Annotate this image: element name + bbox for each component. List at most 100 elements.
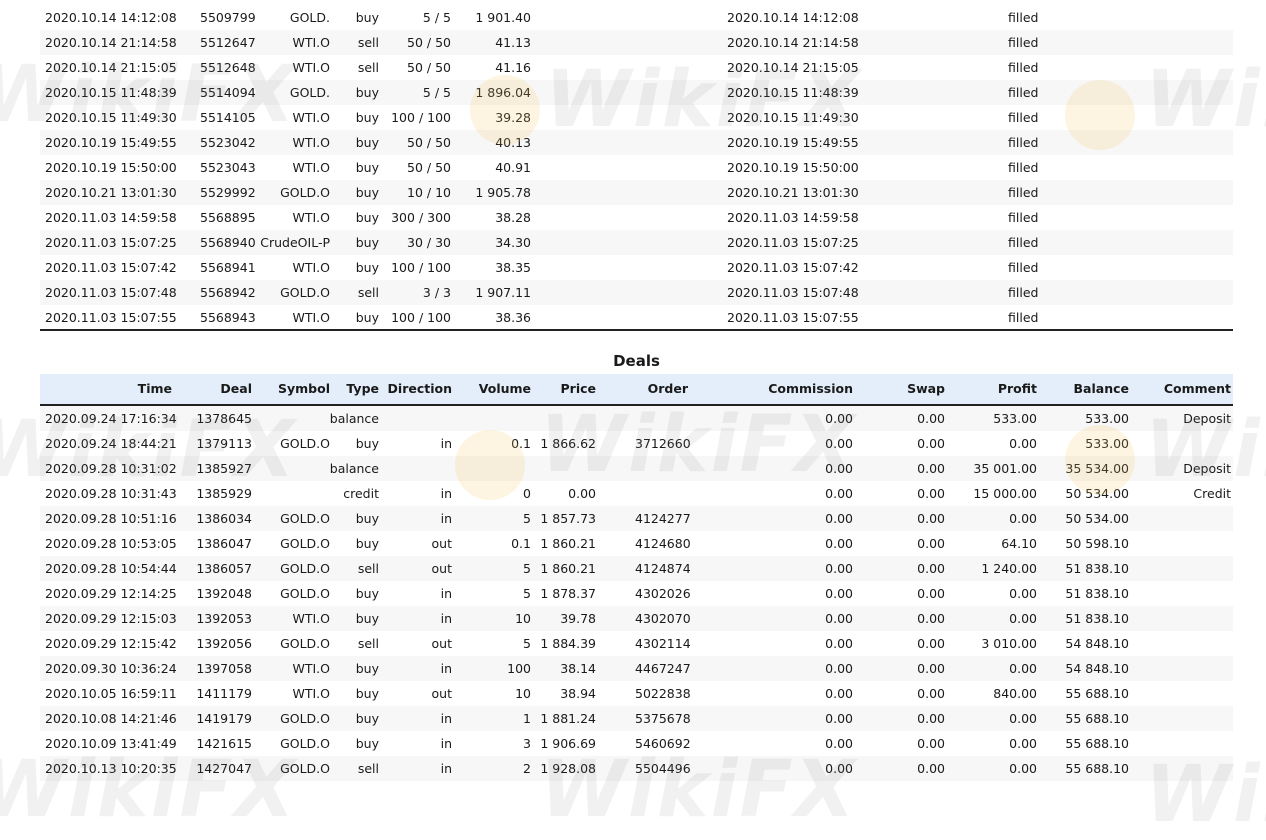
order-price-cell: 1 896.04: [475, 85, 531, 100]
deal-time-cell: 2020.10.05 16:59:11: [45, 686, 177, 701]
header-profit[interactable]: Profit: [998, 374, 1037, 404]
header-balance[interactable]: Balance: [1074, 374, 1129, 404]
deal-time-cell: 2020.09.24 18:44:21: [45, 436, 177, 451]
deal-time-cell: 2020.09.28 10:53:05: [45, 536, 177, 551]
deal-balance-cell: 50 534.00: [1065, 486, 1129, 501]
deal-order-cell: 4124680: [635, 536, 691, 551]
deals-table-header: Time Deal Symbol Type Direction Volume P…: [40, 374, 1233, 406]
order-row: 2020.10.14 21:15:05 5512648 WTI.O sell 50 / …: [40, 55, 1233, 80]
deal-commission-cell: 0.00: [825, 636, 853, 651]
order-id-cell: 5509799: [200, 10, 256, 25]
header-commission[interactable]: Commission: [768, 374, 853, 404]
order-price-cell: 39.28: [495, 110, 531, 125]
order-id-cell: 5512647: [200, 35, 256, 50]
deal-commission-cell: 0.00: [825, 411, 853, 426]
header-swap[interactable]: Swap: [907, 374, 945, 404]
header-deal[interactable]: Deal: [220, 374, 252, 404]
deal-profit-cell: 64.10: [1001, 536, 1037, 551]
deal-comment-cell: Credit: [1193, 486, 1231, 501]
header-symbol[interactable]: Symbol: [278, 374, 330, 404]
deal-volume-cell: 10: [515, 611, 531, 626]
order-volume-cell: 3 / 3: [422, 285, 451, 300]
order-volume-cell: 30 / 30: [407, 235, 451, 250]
deal-price-cell: 1 860.21: [540, 561, 596, 576]
deal-commission-cell: 0.00: [825, 661, 853, 676]
order-row: 2020.10.14 14:12:08 5509799 GOLD. buy 5 / 5 1…: [40, 5, 1233, 30]
order-type-cell: buy: [355, 210, 379, 225]
deal-order-cell: 5504496: [635, 761, 691, 776]
deal-direction-cell: in: [440, 711, 452, 726]
order-type-cell: buy: [355, 310, 379, 325]
order-volume-cell: 100 / 100: [391, 260, 451, 275]
deal-balance-cell: 54 848.10: [1065, 636, 1129, 651]
deal-symbol-cell: GOLD.O: [280, 736, 330, 751]
deal-order-cell: 5375678: [635, 711, 691, 726]
order-state-cell: filled: [1008, 35, 1039, 50]
deal-balance-cell: 533.00: [1085, 436, 1129, 451]
deal-price-cell: 1 866.62: [540, 436, 596, 451]
deal-commission-cell: 0.00: [825, 736, 853, 751]
deal-commission-cell: 0.00: [825, 511, 853, 526]
deal-direction-cell: in: [440, 736, 452, 751]
deal-profit-cell: 533.00: [993, 411, 1037, 426]
order-type-cell: buy: [355, 135, 379, 150]
deal-symbol-cell: GOLD.O: [280, 436, 330, 451]
deal-price-cell: 38.14: [560, 661, 596, 676]
order-symbol-cell: GOLD.O: [280, 185, 330, 200]
header-comment[interactable]: Comment: [1164, 374, 1231, 404]
order-id-cell: 5512648: [200, 60, 256, 75]
header-type[interactable]: Type: [346, 374, 379, 404]
deal-commission-cell: 0.00: [825, 686, 853, 701]
deal-type-cell: balance: [329, 461, 379, 476]
deal-direction-cell: in: [440, 761, 452, 776]
deal-direction-cell: out: [431, 536, 452, 551]
deal-type-cell: buy: [355, 611, 379, 626]
deal-commission-cell: 0.00: [825, 461, 853, 476]
deal-swap-cell: 0.00: [917, 511, 945, 526]
deal-symbol-cell: GOLD.O: [280, 711, 330, 726]
header-direction[interactable]: Direction: [388, 374, 452, 404]
order-symbol-cell: WTI.O: [292, 260, 331, 275]
order-row: 2020.10.19 15:49:55 5523042 WTI.O buy 50 / 5…: [40, 130, 1233, 155]
deal-profit-cell: 0.00: [1009, 511, 1037, 526]
deal-order-cell: 4302070: [635, 611, 691, 626]
order-time-cell: 2020.11.03 15:07:25: [45, 235, 177, 250]
deal-row: 2020.10.09 13:41:49 1421615 GOLD.O buy in 3 1 …: [40, 731, 1233, 756]
orders-table: 2020.10.14 14:12:08 5509799 GOLD. buy 5 / 5 1…: [40, 5, 1233, 330]
deal-id-cell: 1386057: [196, 561, 252, 576]
header-time[interactable]: Time: [138, 374, 172, 404]
deals-section-title: Deals: [613, 352, 660, 370]
order-type-cell: buy: [355, 235, 379, 250]
header-volume[interactable]: Volume: [479, 374, 531, 404]
deal-order-cell: 5460692: [635, 736, 691, 751]
order-price-cell: 40.13: [495, 135, 531, 150]
deal-comment-cell: Deposit: [1183, 411, 1231, 426]
deal-id-cell: 1411179: [196, 686, 252, 701]
order-price-cell: 1 901.40: [475, 10, 531, 25]
deals-table-body: 2020.09.24 17:16:34 1378645 balance 0.00 0.0…: [40, 406, 1233, 781]
order-type-cell: buy: [355, 110, 379, 125]
deal-row: 2020.09.28 10:53:05 1386047 GOLD.O buy out 0.…: [40, 531, 1233, 556]
order-symbol-cell: WTI.O: [292, 160, 331, 175]
deal-id-cell: 1386047: [196, 536, 252, 551]
order-state-cell: filled: [1008, 260, 1039, 275]
deal-type-cell: buy: [355, 736, 379, 751]
deal-id-cell: 1419179: [196, 711, 252, 726]
deal-symbol-cell: GOLD.O: [280, 536, 330, 551]
deal-commission-cell: 0.00: [825, 711, 853, 726]
deal-comment-cell: Deposit: [1183, 461, 1231, 476]
order-done-time-cell: 2020.11.03 14:59:58: [727, 210, 859, 225]
orders-table-bottom-border: [40, 329, 1233, 331]
deal-price-cell: 1 881.24: [540, 711, 596, 726]
header-price[interactable]: Price: [561, 374, 597, 404]
order-symbol-cell: WTI.O: [292, 210, 331, 225]
deal-profit-cell: 0.00: [1009, 761, 1037, 776]
deal-row: 2020.09.29 12:15:42 1392056 GOLD.O sell out 5…: [40, 631, 1233, 656]
deal-order-cell: 4124874: [635, 561, 691, 576]
order-price-cell: 40.91: [495, 160, 531, 175]
deal-symbol-cell: GOLD.O: [280, 586, 330, 601]
header-order[interactable]: Order: [648, 374, 688, 404]
order-volume-cell: 100 / 100: [391, 110, 451, 125]
order-row: 2020.10.21 13:01:30 5529992 GOLD.O buy 10 / …: [40, 180, 1233, 205]
deal-swap-cell: 0.00: [917, 536, 945, 551]
